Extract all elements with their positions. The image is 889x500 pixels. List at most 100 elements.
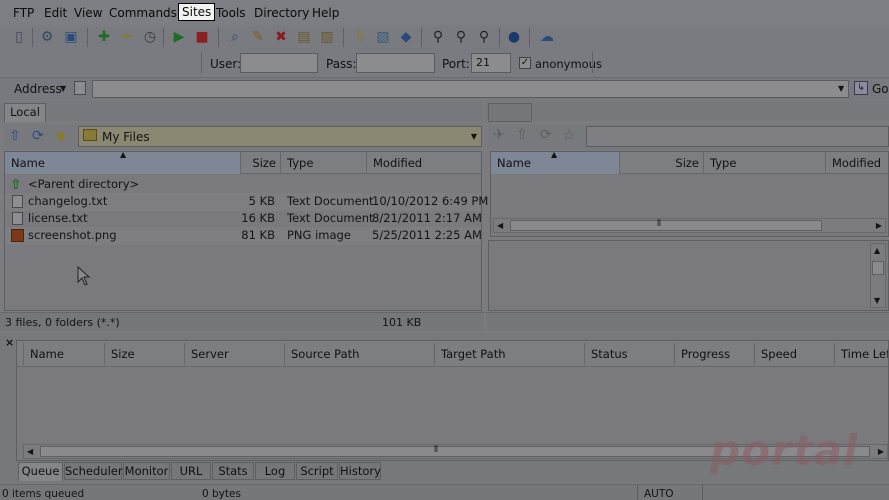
sort-arrow-icon: ▲ (120, 150, 127, 159)
chevron-down-icon[interactable]: ▼ (874, 296, 880, 305)
status-mode: AUTO (644, 488, 674, 500)
file-name: changelog.txt (28, 194, 108, 208)
gear-icon[interactable]: ⚙ (39, 29, 55, 45)
chevron-down-icon[interactable]: ▼ (838, 84, 844, 93)
folder-icon[interactable]: ▨ (319, 29, 335, 45)
menu-help[interactable]: Help (312, 6, 339, 20)
binoculars-icon[interactable]: ⚲ (476, 29, 492, 45)
scroll-thumb[interactable] (872, 261, 884, 275)
binoculars-icon[interactable]: ⚲ (430, 29, 446, 45)
column-size[interactable]: Size (241, 152, 281, 174)
up-folder-icon[interactable]: ⇧ (9, 128, 21, 144)
menu-commands[interactable]: Commands (109, 6, 177, 20)
tab-stats[interactable]: Stats (212, 462, 254, 480)
table-row[interactable]: changelog.txt 5 KB Text Document 10/10/2… (5, 193, 488, 211)
edit-pencil-icon[interactable]: ✎ (250, 29, 266, 45)
chevron-up-icon[interactable]: ▲ (874, 246, 880, 255)
chevron-left-icon[interactable]: ◀ (497, 221, 503, 230)
disconnect-icon: ✈ (493, 127, 505, 143)
column-name[interactable]: Name (23, 343, 105, 365)
chevron-down-icon[interactable]: ▼ (471, 132, 477, 141)
remote-file-list: Name ▲ Size Type Modified ◀ ⦀ ▶ (490, 150, 889, 237)
text-file-icon (12, 195, 23, 208)
clock-icon[interactable]: ◷ (142, 29, 158, 45)
column-modified[interactable]: Modified (367, 152, 481, 174)
anonymous-checkbox[interactable]: ✓ (519, 57, 531, 69)
column-size[interactable]: Size (620, 152, 704, 174)
scroll-thumb[interactable] (510, 220, 822, 231)
menu-ftp[interactable]: FTP (13, 6, 34, 20)
close-icon[interactable]: × (5, 336, 14, 349)
chevron-right-icon[interactable]: ▶ (878, 447, 884, 456)
tab-local[interactable]: Local (4, 103, 46, 122)
go-arrow-icon[interactable]: ↳ (854, 81, 868, 95)
remote-path-combo[interactable] (586, 126, 889, 147)
menu-tools[interactable]: Tools (216, 6, 246, 20)
table-row[interactable]: license.txt 16 KB Text Document 8/21/201… (5, 210, 482, 228)
star-icon[interactable]: ★ (54, 127, 67, 145)
refresh-icon[interactable]: ⟳ (32, 128, 44, 144)
go-button[interactable]: Go (872, 82, 889, 96)
remote-log-panel: ▲ ▼ (488, 240, 889, 311)
remote-status-bar (486, 312, 889, 331)
disk-icon[interactable]: ▣ (63, 29, 79, 45)
tab-script[interactable]: Script (296, 462, 338, 480)
lightning-icon[interactable]: ϟ (352, 29, 368, 45)
chevron-down-icon[interactable]: ▼ (60, 84, 66, 93)
site-manager-icon[interactable]: ▯ (11, 29, 27, 45)
delete-icon[interactable]: ✖ (273, 29, 289, 45)
column-type[interactable]: Type (704, 152, 826, 174)
user-input[interactable] (240, 53, 318, 73)
binoculars-icon[interactable]: ⚲ (453, 29, 469, 45)
menu-edit[interactable]: Edit (44, 6, 67, 20)
tab-history[interactable]: History (339, 462, 381, 480)
menu-directory[interactable]: Directory (254, 6, 309, 20)
column-type[interactable]: Type (281, 152, 367, 174)
text-file-icon (12, 212, 23, 225)
disconnect-minus-icon[interactable]: ━ (119, 29, 135, 45)
local-path-combo[interactable]: My Files ▼ (78, 126, 482, 147)
column-speed[interactable]: Speed (755, 343, 835, 365)
remote-horizontal-scrollbar[interactable]: ◀ ⦀ ▶ (493, 218, 886, 233)
cloud-icon[interactable]: ☁ (539, 29, 555, 45)
toolbar-separator (163, 28, 164, 47)
column-server[interactable]: Server (185, 343, 285, 365)
connect-plus-icon[interactable]: ✚ (96, 29, 112, 45)
page-icon (74, 81, 86, 95)
diamond-icon[interactable]: ◆ (398, 29, 414, 45)
image-icon[interactable]: ▧ (375, 29, 391, 45)
address-label[interactable]: Address (14, 82, 62, 96)
tab-log[interactable]: Log (255, 462, 295, 480)
pass-input[interactable] (356, 53, 435, 73)
image-file-icon (11, 229, 24, 242)
sort-arrow-icon: ▲ (551, 150, 558, 159)
port-input[interactable]: 21 (471, 53, 511, 73)
tab-remote[interactable] (488, 103, 532, 122)
tab-monitor[interactable]: Monitor (123, 462, 170, 480)
play-icon[interactable]: ▶ (171, 29, 187, 45)
file-type: PNG image (287, 228, 351, 242)
star-icon: ☆ (562, 126, 576, 144)
column-modified[interactable]: Modified (826, 152, 888, 174)
column-time-left[interactable]: Time Lef (835, 343, 888, 365)
column-status[interactable]: Status (585, 343, 675, 365)
column-progress[interactable]: Progress (675, 343, 755, 365)
column-source-path[interactable]: Source Path (285, 343, 435, 365)
globe-icon[interactable]: ● (506, 29, 522, 45)
tab-queue[interactable]: Queue (18, 462, 63, 481)
tab-scheduler[interactable]: Scheduler (64, 462, 123, 480)
column-size[interactable]: Size (105, 343, 185, 365)
search-icon[interactable]: ⌕ (227, 29, 243, 45)
tab-url[interactable]: URL (171, 462, 211, 480)
chevron-left-icon[interactable]: ◀ (27, 447, 33, 456)
rename-icon[interactable]: ▤ (296, 29, 312, 45)
table-row[interactable]: screenshot.png 81 KB PNG image 5/25/2011… (5, 227, 482, 245)
table-row[interactable]: ⇧ <Parent directory> (5, 176, 481, 194)
remote-vertical-scrollbar[interactable]: ▲ ▼ (870, 243, 886, 308)
stop-icon[interactable]: ■ (194, 29, 210, 45)
column-target-path[interactable]: Target Path (435, 343, 585, 365)
menu-view[interactable]: View (74, 6, 102, 20)
menu-sites[interactable]: Sites (178, 3, 216, 21)
chevron-right-icon[interactable]: ▶ (876, 221, 882, 230)
address-input[interactable] (92, 80, 849, 98)
